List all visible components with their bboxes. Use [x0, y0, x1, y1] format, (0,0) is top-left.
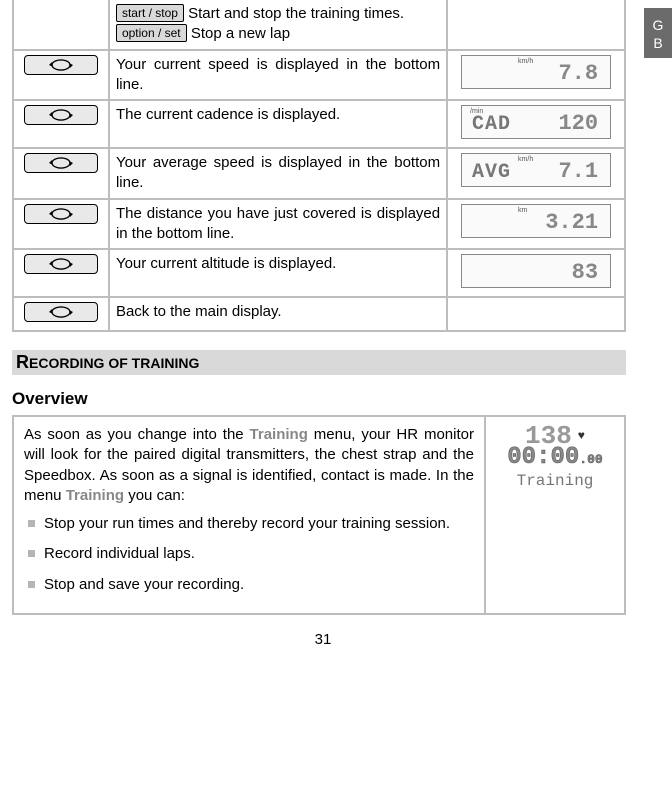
lcd-label: AVG: [472, 161, 511, 184]
row-desc: Your average speed is displayed in the b…: [109, 148, 447, 199]
row-desc: Your current speed is displayed in the b…: [109, 50, 447, 101]
lcd-value: 83: [572, 260, 598, 285]
lcd-value: 7.1: [558, 159, 598, 184]
lcd-preview: /min CAD 120: [461, 105, 611, 139]
cycle-button-icon: [24, 254, 98, 274]
lcd-label: CAD: [472, 113, 511, 136]
cycle-button-icon: [24, 55, 98, 75]
lcd-unit: km/h: [518, 156, 533, 163]
lcd-preview: km 3.21: [461, 204, 611, 238]
cycle-button-icon: [24, 153, 98, 173]
bullet-item: Stop and save your recording.: [28, 575, 474, 595]
row-desc: The distance you have just covered is di…: [109, 199, 447, 250]
page-number: 31: [12, 631, 634, 648]
overview-lcd-cell: 138♥ 00:00.00 Training: [485, 416, 625, 614]
top-desc-cell: start / stop Start and stop the training…: [109, 0, 447, 50]
lcd-value: 3.21: [545, 210, 598, 235]
bullet-item: Record individual laps.: [28, 544, 474, 564]
lcd-preview: 83: [461, 254, 611, 288]
language-tab: GB: [644, 8, 672, 58]
overview-table: As soon as you change into the Training …: [12, 415, 626, 615]
option-set-key: option / set: [116, 24, 187, 42]
subheading: Overview: [12, 389, 634, 409]
lcd-value: 7.8: [558, 61, 598, 86]
lcd-preview: km/h 7.8: [461, 55, 611, 89]
cycle-button-icon: [24, 204, 98, 224]
lcd-unit: km/h: [518, 58, 533, 65]
overview-text: As soon as you change into the Training …: [13, 416, 485, 614]
lcd-time-sub: .00: [579, 452, 602, 467]
section-heading: RECORDING OF TRAINING: [12, 350, 626, 375]
row-desc: Back to the main display.: [109, 297, 447, 331]
menu-word-1: Training: [250, 426, 308, 443]
lcd-mode: Training: [496, 471, 614, 491]
top-text-2: Stop a new lap: [187, 25, 290, 42]
heart-icon: ♥: [578, 429, 585, 443]
lcd-big: 138♥ 00:00.00 Training: [496, 425, 614, 491]
bullet-item: Stop your run times and thereby record y…: [28, 514, 474, 534]
display-modes-table: start / stop Start and stop the training…: [12, 0, 626, 332]
top-img-cell: [447, 0, 625, 50]
top-btn-cell: [13, 0, 109, 50]
lcd-value: 120: [558, 111, 598, 136]
top-text-1: Start and stop the training times.: [184, 5, 404, 22]
lcd-time: 00:00: [507, 444, 579, 471]
empty-img-cell: [447, 297, 625, 331]
lcd-unit: km: [518, 207, 527, 214]
row-desc: Your current altitude is displayed.: [109, 249, 447, 297]
start-stop-key: start / stop: [116, 4, 184, 22]
menu-word-2: Training: [66, 487, 124, 504]
row-desc: The current cadence is displayed.: [109, 100, 447, 148]
overview-bullets: Stop your run times and thereby record y…: [24, 514, 474, 595]
cycle-button-icon: [24, 302, 98, 322]
lcd-preview: km/h AVG 7.1: [461, 153, 611, 187]
cycle-button-icon: [24, 105, 98, 125]
